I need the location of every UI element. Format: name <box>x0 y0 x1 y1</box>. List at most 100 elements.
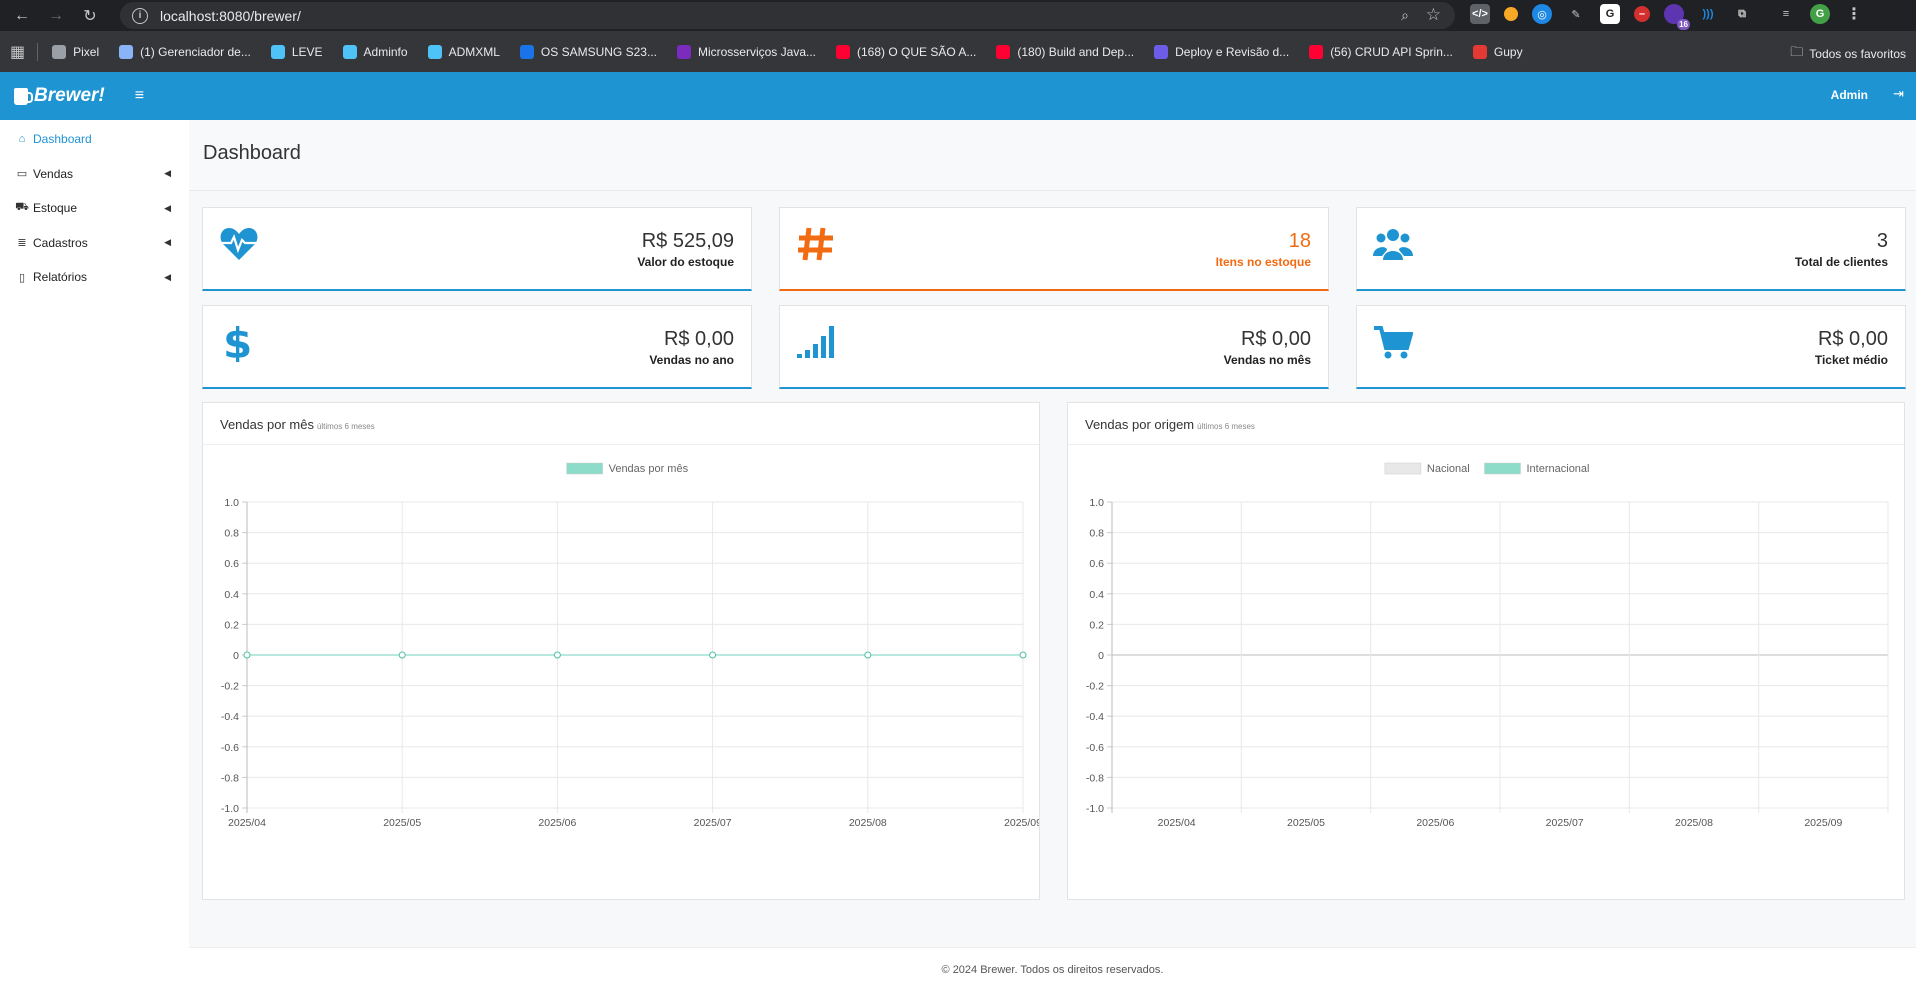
block-extension-icon[interactable]: – <box>1634 6 1650 22</box>
sidebar-item-estoque[interactable]: ⛟ Estoque ◀ <box>0 191 189 226</box>
bookmark-item[interactable]: ADMXML <box>427 44 500 59</box>
x-tick-label: 2025/06 <box>1416 817 1454 829</box>
card-label: Valor do estoque <box>637 255 734 269</box>
bookmark-label: Gupy <box>1493 44 1523 59</box>
app-header: Brewer! ≡ Admin ⇥ <box>0 72 1916 120</box>
bookmark-item[interactable]: Pixel <box>52 44 99 59</box>
panel-vendas-por-mes: Vendas por mês últimos 6 meses Vendas por… <box>202 402 1040 900</box>
kebab-menu-icon[interactable]: ⋮ <box>1844 4 1864 24</box>
card-value: 18 <box>1288 230 1311 252</box>
sidebar-item-dashboard[interactable]: ⌂ Dashboard <box>0 122 189 157</box>
legend-swatch[interactable] <box>1484 462 1521 475</box>
url-text[interactable]: localhost:8080/brewer/ <box>160 8 301 24</box>
folder-icon: 🗀 <box>1790 44 1804 59</box>
sidebar-item-relatorios[interactable]: ▯ Relatórios ◀ <box>0 260 189 295</box>
bookmark-item[interactable]: Adminfo <box>342 44 408 59</box>
bookmark-item[interactable]: (168) O QUE SÃO A... <box>836 44 977 59</box>
legend-label[interactable]: Vendas por mês <box>609 463 689 475</box>
legend-swatch[interactable] <box>566 462 603 475</box>
wifi-extension-icon[interactable]: ))) <box>1698 4 1718 24</box>
data-point[interactable] <box>243 651 251 659</box>
all-bookmarks-folder[interactable]: 🗀 Todos os favoritos <box>1790 43 1906 65</box>
user-name[interactable]: Admin <box>1831 88 1868 102</box>
y-tick-label: 0.8 <box>224 528 239 540</box>
bookmark-item[interactable]: OS SAMSUNG S23... <box>519 44 657 59</box>
bookmark-favicon-icon <box>52 44 67 59</box>
bookmark-favicon-icon <box>1472 44 1487 59</box>
apps-grid-icon[interactable]: ▦ <box>10 42 25 62</box>
eyedropper-extension-icon[interactable]: ✎ <box>1566 4 1586 24</box>
y-tick-label: -0.2 <box>221 681 239 693</box>
card-itens-estoque: 18 Itens no estoque <box>779 207 1329 291</box>
bookmark-favicon-icon <box>836 44 850 59</box>
card-value: R$ 525,09 <box>641 230 734 252</box>
devtools-extension-icon[interactable]: </> <box>1470 4 1490 24</box>
truck-icon: ⛟ <box>15 201 29 214</box>
bookmark-favicon-icon <box>427 44 442 59</box>
logout-icon[interactable]: ⇥ <box>1893 86 1904 102</box>
site-info-icon[interactable]: i <box>132 7 148 24</box>
card-label: Vendas no ano <box>649 353 734 367</box>
browser-toolbar: ← → ↻ i localhost:8080/brewer/ ⌕ ☆ </> ◎… <box>0 0 1916 31</box>
card-value: 3 <box>1876 230 1888 252</box>
bookmark-label: (168) O QUE SÃO A... <box>857 44 977 59</box>
caret-left-icon: ◀ <box>164 237 171 248</box>
grammarly-extension-icon[interactable]: G <box>1600 4 1620 24</box>
bookmark-item[interactable]: Gupy <box>1472 44 1523 59</box>
y-tick-label: 0.2 <box>224 619 239 631</box>
bookmark-favicon-icon <box>270 44 285 59</box>
sidebar-item-vendas[interactable]: ▭ Vendas ◀ <box>0 157 189 192</box>
back-icon[interactable]: ← <box>10 4 34 28</box>
forward-icon[interactable]: → <box>44 4 68 28</box>
bookmark-item[interactable]: (1) Gerenciador de... <box>119 44 251 59</box>
sidebar: ⌂ Dashboard ▭ Vendas ◀ ⛟ Estoque ◀ ≣ Cad… <box>0 120 189 991</box>
panel-header: Vendas por mês últimos 6 meses <box>203 403 1039 445</box>
bookmark-item[interactable]: (56) CRUD API Sprin... <box>1309 44 1453 59</box>
zoom-icon[interactable]: ⌕ <box>1401 7 1409 24</box>
data-point[interactable] <box>1019 651 1027 659</box>
legend-swatch[interactable] <box>1384 462 1422 475</box>
y-tick-label: -0.2 <box>1086 681 1104 693</box>
sidebar-item-cadastros[interactable]: ≣ Cadastros ◀ <box>0 226 189 261</box>
data-point[interactable] <box>864 651 872 659</box>
card-vendas-ano: $ R$ 0,00 Vendas no ano <box>202 305 752 389</box>
data-point[interactable] <box>398 651 406 659</box>
card-value: R$ 0,00 <box>1240 328 1311 350</box>
bookmark-item[interactable]: Deploy e Revisão d... <box>1154 44 1289 59</box>
data-point[interactable] <box>709 651 717 659</box>
x-tick-label: 2025/08 <box>849 817 887 829</box>
y-tick-label: 0.6 <box>1089 558 1104 570</box>
sidebar-toggle-icon[interactable]: ≡ <box>135 87 144 105</box>
x-tick-label: 2025/04 <box>1158 817 1196 829</box>
x-tick-label: 2025/09 <box>1804 817 1842 829</box>
card-label: Total de clientes <box>1794 255 1888 269</box>
bookmark-favicon-icon <box>519 44 534 59</box>
puzzle-extensions-icon[interactable]: ⧉ <box>1732 4 1752 24</box>
bookmark-star-icon[interactable]: ☆ <box>1426 5 1441 25</box>
bookmark-item[interactable]: (180) Build and Dep... <box>996 44 1134 59</box>
legend-label[interactable]: Nacional <box>1427 463 1470 475</box>
sidebar-item-label: Dashboard <box>33 132 92 147</box>
media-queue-icon[interactable]: ≡ <box>1776 4 1796 24</box>
extension-icon[interactable] <box>1504 7 1518 21</box>
extension-icon[interactable]: ◎ <box>1532 4 1552 24</box>
y-tick-label: 1.0 <box>224 497 239 509</box>
address-bar[interactable]: i localhost:8080/brewer/ ⌕ ☆ <box>120 2 1455 29</box>
bookmark-item[interactable]: Microsserviços Java... <box>676 44 816 59</box>
file-icon: ▯ <box>18 271 26 284</box>
card-ticket-medio: R$ 0,00 Ticket médio <box>1356 305 1906 389</box>
bookmark-item[interactable]: LEVE <box>270 44 323 59</box>
y-tick-label: 0 <box>233 650 239 662</box>
data-point[interactable] <box>553 651 561 659</box>
card-label: Itens no estoque <box>1215 255 1311 269</box>
brand-logo[interactable]: Brewer! <box>14 85 105 107</box>
card-label: Vendas no mês <box>1223 353 1311 367</box>
reload-icon[interactable]: ↻ <box>78 4 102 28</box>
hashtag-icon <box>798 227 833 261</box>
y-tick-label: 0.4 <box>1089 589 1104 601</box>
y-tick-label: 1.0 <box>1089 497 1104 509</box>
legend-label[interactable]: Internacional <box>1527 463 1590 475</box>
profile-avatar[interactable]: G <box>1810 4 1830 24</box>
x-tick-label: 2025/06 <box>538 817 576 829</box>
extension-badge-icon[interactable]: 16 <box>1664 4 1690 30</box>
